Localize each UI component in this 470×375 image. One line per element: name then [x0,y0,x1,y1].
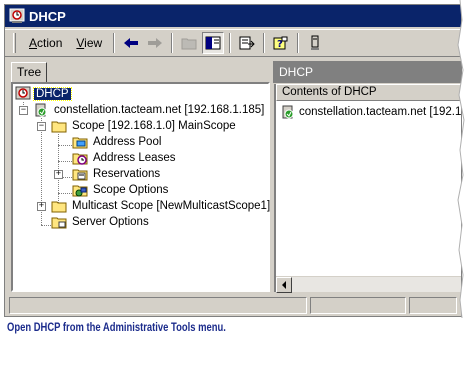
tree-pane[interactable]: − − + + DHCP constellation.tacteam.net [… [11,82,270,292]
reservations-icon [72,169,88,181]
toolbar-separator [229,33,232,53]
back-button[interactable] [120,32,142,54]
window-title: DHCP [29,8,66,24]
tree-item-server-options[interactable]: Server Options [51,214,151,230]
tree-item-server[interactable]: constellation.tacteam.net [192.168.1.185… [33,102,266,118]
column-header-contents[interactable]: Contents of DHCP [276,84,461,101]
tree-item-scope[interactable]: Scope [192.168.1.0] MainScope [51,118,238,134]
torn-edge-decoration [457,0,470,318]
dhcp-console-icon [15,86,31,100]
server-options-icon [51,217,67,229]
tree-label-scope: Scope [192.168.1.0] MainScope [72,120,236,132]
forward-arrow-icon [148,38,163,48]
tree-item-dhcp[interactable]: DHCP [15,86,72,102]
folder-icon [51,121,67,133]
toolbar: Action View ? [5,29,461,57]
list-item-label: constellation.tacteam.net [192.168 [299,106,462,118]
export-list-button[interactable] [236,32,258,54]
tree-label-address-leases: Address Leases [93,152,176,164]
address-leases-icon [72,153,88,165]
folder-icon [51,201,67,213]
dhcp-server-icon [282,105,294,119]
status-panel-tertiary [409,297,457,314]
title-bar[interactable]: DHCP [5,5,461,27]
right-pane-header: DHCP [273,61,461,83]
forward-button[interactable] [144,32,166,54]
tree-label-reservations: Reservations [93,168,161,180]
tree-label-dhcp: DHCP [33,87,72,101]
toolbar-separator [263,33,266,53]
toolbar-grip[interactable] [13,33,16,53]
tree-item-reservations[interactable]: Reservations [72,166,162,182]
collapse-scope-toggle[interactable]: − [37,122,46,131]
toolbar-separator [113,33,116,53]
expand-multicast-toggle[interactable]: + [37,202,46,211]
tree-item-address-leases[interactable]: Address Leases [72,150,177,166]
dhcp-server-icon [35,103,47,117]
scroll-left-button[interactable] [276,277,292,293]
expand-reservations-toggle[interactable]: + [54,170,63,179]
up-folder-icon [181,38,197,50]
tab-tree[interactable]: Tree [11,62,47,83]
status-panel-secondary [310,297,406,314]
collapse-server-toggle[interactable]: − [19,106,28,115]
contents-pane[interactable]: Contents of DHCP constellation.tacteam.n… [274,84,462,293]
tree-item-multicast-scope[interactable]: Multicast Scope [NewMulticastScope1] [51,198,272,214]
help-button[interactable]: ? [270,32,292,54]
tree-label-multicast-scope: Multicast Scope [NewMulticastScope1] [72,200,271,212]
up-one-level-button[interactable] [178,32,200,54]
list-item[interactable]: constellation.tacteam.net [192.168 [280,104,462,120]
dhcp-window: DHCP Action View ? Tree − − + + DHCP con… [4,4,462,317]
tree-label-server-options: Server Options [72,216,149,228]
toolbar-separator [171,33,174,53]
toolbar-separator [297,33,300,53]
left-arrow-icon [282,281,286,289]
figure-caption: Open DHCP from the Administrative Tools … [7,322,226,334]
show-hide-tree-icon [205,36,221,50]
tree-label-server: constellation.tacteam.net [192.168.1.185… [54,104,265,116]
tree-label-address-pool: Address Pool [93,136,162,148]
server-icon [311,35,320,50]
horizontal-scrollbar[interactable] [276,276,461,293]
tree-connector [58,145,72,146]
menu-view[interactable]: View [69,34,109,52]
back-arrow-icon [124,38,139,48]
tree-label-scope-options: Scope Options [93,184,169,196]
scope-options-icon [72,185,88,197]
status-bar [5,294,461,316]
menu-action[interactable]: Action [22,34,69,52]
tree-item-address-pool[interactable]: Address Pool [72,134,163,150]
tree-connector [58,161,72,162]
tree-connector [63,177,72,178]
server-button[interactable] [304,32,326,54]
dhcp-app-icon [9,8,25,23]
tree-connector [58,193,72,194]
address-pool-icon [72,137,88,149]
tree-tab-bar: Tree [5,59,269,83]
tree-item-scope-options[interactable]: Scope Options [72,182,170,198]
export-list-icon [239,36,255,50]
help-icon: ? [273,36,288,50]
status-panel-main [9,297,307,314]
show-hide-tree-button[interactable] [202,32,225,54]
